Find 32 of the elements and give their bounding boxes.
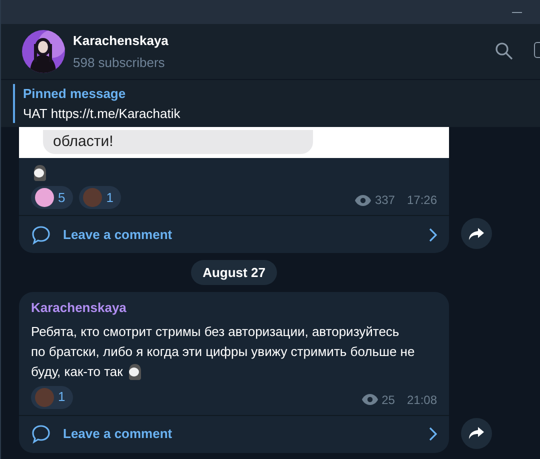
view-count: 337 (374, 192, 395, 209)
eye-icon (354, 194, 371, 206)
reaction-count: 5 (58, 188, 66, 207)
pinned-label: Pinned message (23, 85, 127, 103)
message-text: Ребята, кто смотрит стримы без авторизации, авторизуйтесь по братски, либо я когда эти цифры увижу стримить больше не буду, как-то так (31, 322, 437, 382)
comment-icon (31, 224, 51, 244)
reaction-chip[interactable]: 1 (79, 186, 122, 209)
search-icon[interactable] (495, 42, 513, 60)
share-arrow-icon (469, 427, 484, 439)
pinned-text: ЧАТ https://t.me/Karachatik (23, 104, 180, 123)
reaction-chip[interactable]: 5 (31, 186, 74, 209)
share-button[interactable] (461, 418, 492, 448)
message-time: 17:26 (406, 192, 437, 209)
share-arrow-icon (469, 228, 484, 240)
reaction-count: 1 (58, 388, 66, 406)
chevron-right-icon (429, 228, 437, 242)
author-name: Karachenskaya (31, 299, 128, 317)
comment-icon (31, 424, 51, 444)
comment-button[interactable]: Leave a comment (19, 215, 449, 253)
message-time: 21:08 (406, 392, 437, 408)
eye-icon (362, 394, 378, 405)
reaction-chip[interactable]: 1 (31, 386, 74, 408)
reaction-count: 1 (106, 188, 114, 207)
image-text: области! (53, 132, 114, 152)
date-pill: August 27 (190, 260, 278, 285)
share-button[interactable] (461, 218, 492, 249)
comment-button[interactable]: Leave a comment (19, 414, 449, 452)
view-count: 25 (382, 392, 395, 408)
channel-name: Karachenskaya (73, 32, 168, 50)
pinned-bar[interactable]: Pinned message ЧАТ https://t.me/Karachatik (1, 79, 540, 127)
chevron-right-icon (429, 427, 437, 441)
subscriber-count: 598 subscribers (73, 54, 166, 72)
